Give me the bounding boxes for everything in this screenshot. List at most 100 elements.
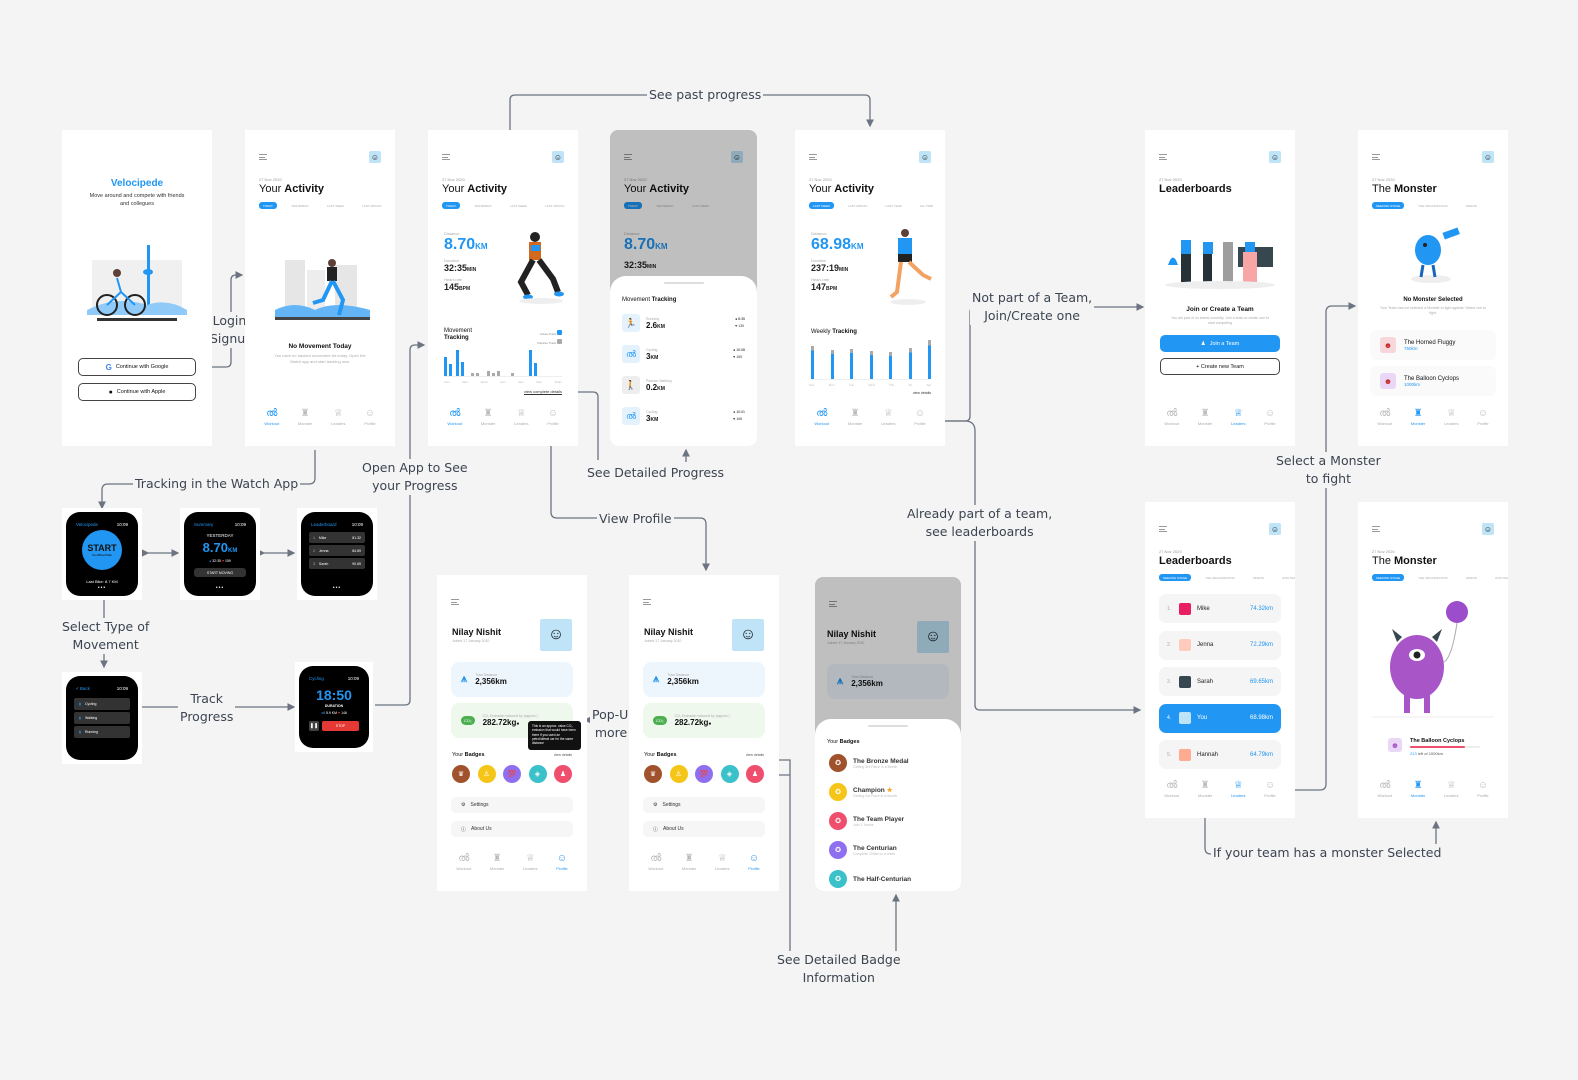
badge-icon[interactable]: ◈ (720, 765, 739, 783)
badge-icon[interactable]: ♙ (669, 765, 688, 783)
tab-last-year[interactable]: LAST YEAR (881, 202, 905, 209)
google-signin-button[interactable]: G Continue with Google (78, 358, 196, 376)
monster-option[interactable]: ☻ The Horned Fluggy 750km (1370, 330, 1496, 360)
stop-button[interactable]: STOP (322, 721, 359, 731)
watch-leader-row[interactable]: 1. Mike 81.32 (309, 532, 365, 543)
tab-seeking-stage[interactable]: SEEKING STAGE (1372, 202, 1405, 209)
nav-leaders[interactable]: ♕ Leaders (1444, 781, 1458, 799)
tab-last-month[interactable]: LAST MONTH (358, 202, 385, 209)
profile-avatar[interactable]: ☺ (540, 619, 572, 651)
avatar[interactable]: ☺ (1482, 523, 1494, 535)
watch-leader-row[interactable]: 3. Sarah 90.65 (309, 558, 365, 569)
nav-profile[interactable]: ☺ Profile (748, 854, 759, 872)
tab-today[interactable]: TODAY (259, 202, 278, 209)
tab-last-week[interactable]: LAST WEEK (809, 202, 835, 209)
monster-option[interactable]: ☻ The Balloon Cyclops 1000km (1370, 366, 1496, 396)
tab-last-week[interactable]: LAST WEEK (323, 202, 348, 209)
pause-button[interactable]: ❚❚ (309, 721, 319, 731)
nav-leaders[interactable]: ♕ Leaders (331, 409, 345, 427)
info-dot[interactable]: ● (708, 721, 711, 727)
nav-leaders[interactable]: ♕ Leaders (523, 854, 537, 872)
badge-item[interactable]: ✪ The Half-Centurian (829, 870, 947, 888)
nav-workout[interactable]: ൽ Workout (264, 409, 279, 427)
create-team-button[interactable]: + Create new Team (1160, 358, 1280, 375)
nav-profile[interactable]: ☺ Profile (547, 409, 558, 427)
badge-item[interactable]: ✪ The Team Player Join 3 Teams (829, 812, 947, 830)
movement-item[interactable]: ൽ Cycling 3KM ● 10:01 ♥ 168 (622, 405, 745, 427)
badge-item[interactable]: ✪ The Centurian Complete 100km in a week (829, 841, 947, 859)
badge-item[interactable]: ✪ Champion ★ Getting 1st Place in a Month (829, 783, 947, 801)
nav-profile[interactable]: ☺ Profile (364, 409, 375, 427)
nav-profile[interactable]: ☺ Profile (1477, 781, 1488, 799)
nav-leaders[interactable]: ♕ Leaders (1231, 409, 1245, 427)
nav-leaders[interactable]: ♕ Leaders (881, 409, 895, 427)
badge-icon[interactable]: ◈ (528, 765, 547, 783)
badge-item[interactable]: ✪ The Bronze Medal Getting 3rd Place in a … (829, 754, 947, 772)
nav-workout[interactable]: ൽ Workout (456, 854, 471, 872)
badge-icon[interactable]: ♟ (746, 765, 764, 783)
about-item[interactable]: ⓘ About Us (643, 821, 765, 837)
menu-icon[interactable] (442, 154, 450, 160)
sheet-handle[interactable] (663, 282, 704, 284)
movement-item[interactable]: ൽ Cycling 3KM ● 10:08 ♥ 165 (622, 343, 745, 365)
tab-videos[interactable]: VIDEOS (1462, 202, 1481, 209)
avatar[interactable]: ☺ (1269, 151, 1281, 163)
back-button[interactable]: < Back (76, 686, 90, 691)
tab-yesterday[interactable]: YESTERDAY (287, 202, 313, 209)
nav-leaders[interactable]: ♕ Leaders (715, 854, 729, 872)
movement-item[interactable]: 🏃 Running 2.6KM ● 8:35 ♥ 139 (622, 312, 745, 334)
menu-icon[interactable] (1159, 154, 1167, 160)
menu-icon[interactable] (259, 154, 267, 160)
avatar[interactable]: ☺ (919, 151, 931, 163)
tab-today[interactable]: TODAY (442, 202, 461, 209)
nav-workout[interactable]: ൽ Workout (814, 409, 829, 427)
leaderboard-row[interactable]: 2. Jenna 72.29km (1159, 630, 1281, 660)
nav-monster[interactable]: ♜ Monster (1198, 781, 1212, 799)
nav-monster[interactable]: ♜ Monster (682, 854, 696, 872)
nav-profile[interactable]: ☺ Profile (556, 854, 567, 872)
nav-profile[interactable]: ☺ Profile (1264, 409, 1275, 427)
tab-last-week[interactable]: LAST WEEK (506, 202, 531, 209)
badge-icon[interactable]: ♛ (452, 765, 470, 783)
movement-type-option[interactable]: ▮ Running (74, 726, 130, 738)
nav-workout[interactable]: ൽ Workout (648, 854, 663, 872)
menu-icon[interactable] (1159, 526, 1167, 532)
nav-leaders[interactable]: ♕ Leaders (1231, 781, 1245, 799)
nav-workout[interactable]: ൽ Workout (1164, 781, 1179, 799)
leaderboard-row[interactable]: 4. You 68.98km (1159, 703, 1281, 733)
nav-monster[interactable]: ♜ Monster (481, 409, 495, 427)
nav-workout[interactable]: ൽ Workout (447, 409, 462, 427)
info-dot[interactable]: ● (516, 721, 519, 727)
tab-last-month[interactable]: LAST MONTH (541, 202, 568, 209)
avatar[interactable]: ☺ (1269, 523, 1281, 535)
nav-workout[interactable]: ൽ Workout (1164, 409, 1179, 427)
badge-icon[interactable]: ♟ (554, 765, 572, 783)
tab-all-time[interactable]: ALL TIME (916, 202, 937, 209)
leaderboard-row[interactable]: 3. Sarah 69.65km (1159, 667, 1281, 696)
tab-yesterday[interactable]: YESTERDAY (470, 202, 496, 209)
apple-signin-button[interactable]: ● Continue with Apple (78, 383, 196, 401)
badge-icon[interactable]: 💯 (503, 765, 521, 783)
nav-workout[interactable]: ൽ Workout (1377, 781, 1392, 799)
movement-type-option[interactable]: ▮ Walking (74, 712, 130, 724)
nav-leaders[interactable]: ♕ Leaders (514, 409, 528, 427)
badge-icon[interactable]: ♙ (477, 765, 496, 783)
movement-item[interactable]: 🚶 Passive Walking 0.2KM (622, 374, 745, 396)
menu-icon[interactable] (809, 154, 817, 160)
join-team-button[interactable]: ♟ Join a Team (1160, 335, 1280, 352)
start-moving-button[interactable]: START MOVING (194, 568, 246, 577)
tab-organization[interactable]: THE ORGANIZATION (1414, 202, 1451, 209)
tab-last-month[interactable]: LAST MONTH (844, 202, 871, 209)
movement-type-option[interactable]: ▮ Cycling (74, 698, 130, 710)
sheet-handle[interactable] (868, 725, 908, 727)
watch-leader-row[interactable]: 2. Jenna 84.89 (309, 545, 365, 556)
view-badges-link[interactable]: view details (746, 753, 764, 757)
about-item[interactable]: ⓘ About Us (451, 821, 573, 837)
menu-icon[interactable] (643, 599, 651, 605)
badge-icon[interactable]: ♛ (644, 765, 662, 783)
nav-monster[interactable]: ♜ Monster (490, 854, 504, 872)
nav-monster[interactable]: ♜ Monster (848, 409, 862, 427)
avatar[interactable]: ☺ (1482, 151, 1494, 163)
nav-monster[interactable]: ♜ Monster (1411, 781, 1425, 799)
profile-avatar[interactable]: ☺ (732, 619, 764, 651)
